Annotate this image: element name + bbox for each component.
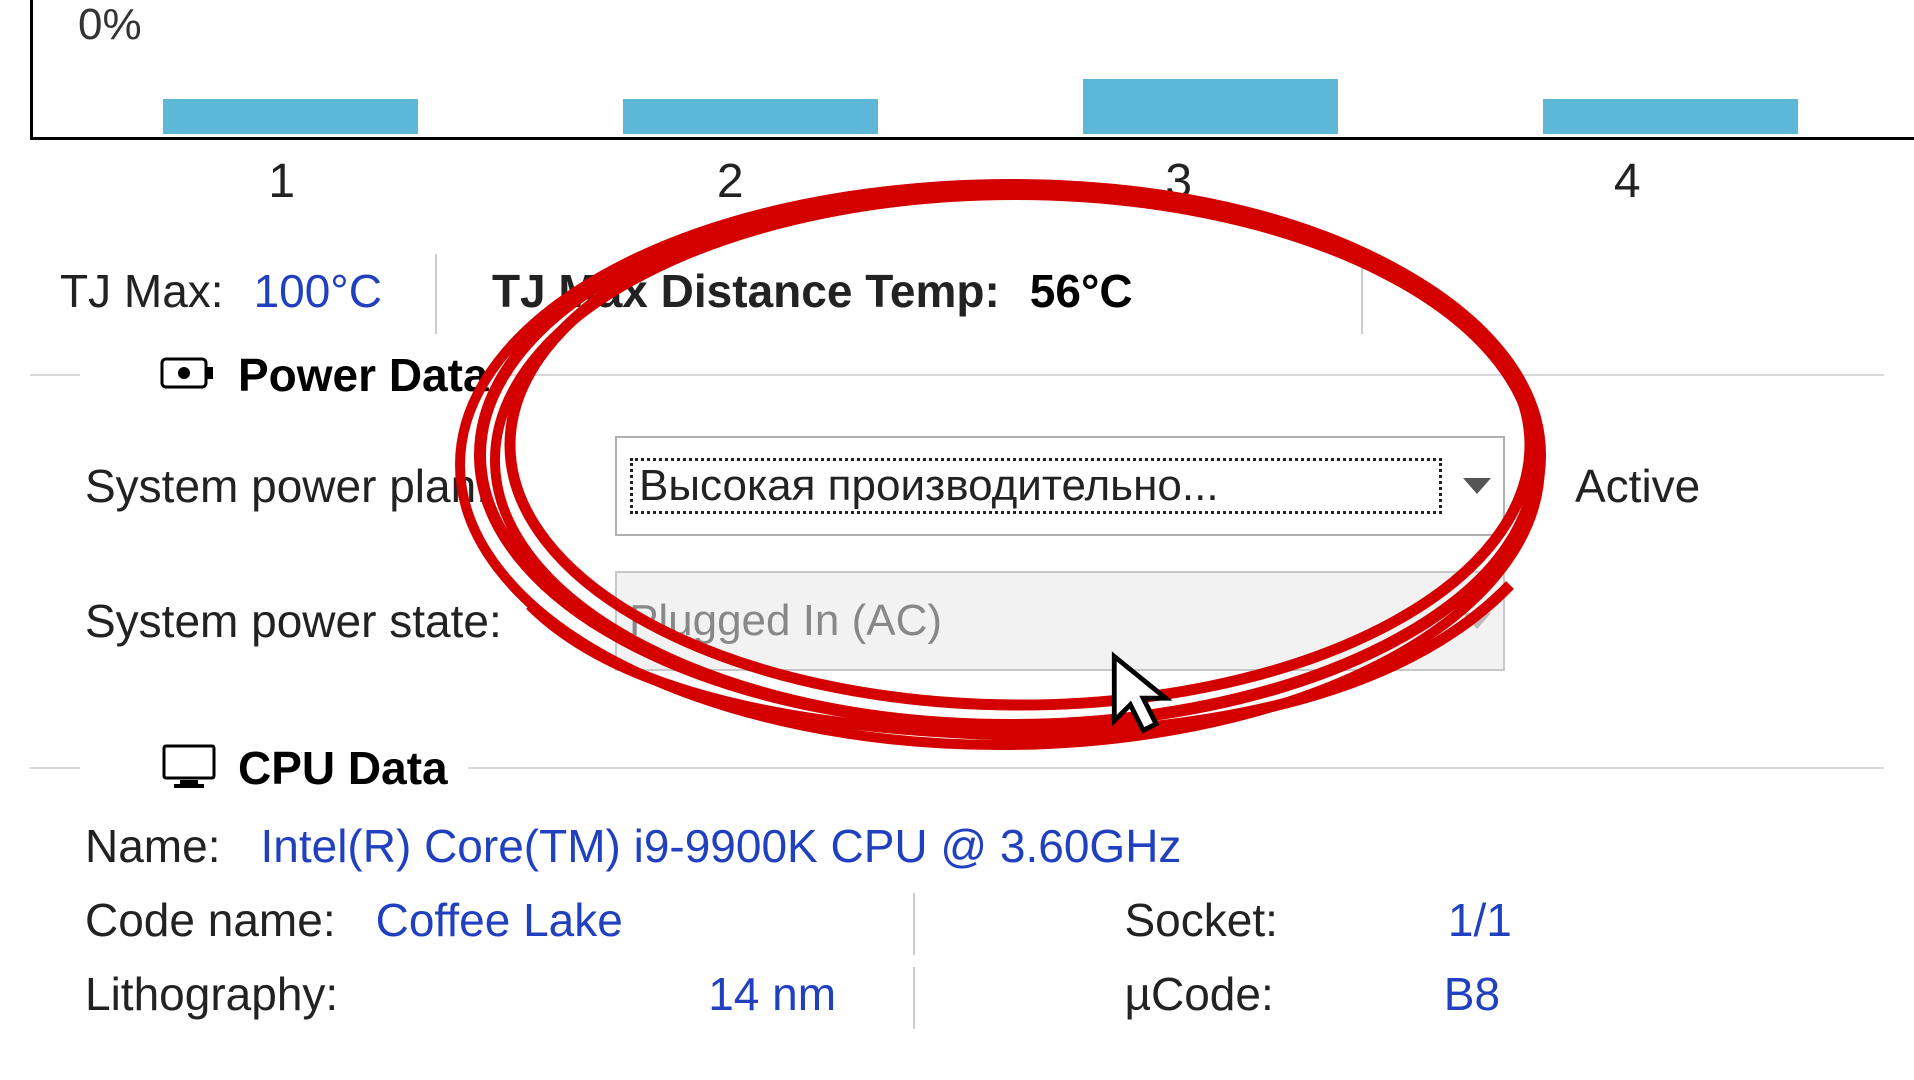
cpu-socket-value: 1/1 bbox=[1448, 893, 1512, 947]
cpu-codename-row: Code name: Coffee Lake bbox=[85, 893, 985, 947]
tj-distance-cell: TJ Max Distance Temp: 56°C bbox=[492, 264, 1363, 318]
cpu-ucode-value: B8 bbox=[1444, 967, 1500, 1021]
power-plan-value: Высокая производительно... bbox=[629, 457, 1443, 515]
temperature-info-row: TJ Max: 100°C TJ Max Distance Temp: 56°C bbox=[60, 264, 1914, 318]
chart-bar-3 bbox=[1083, 79, 1338, 134]
cpu-name-value: Intel(R) Core(TM) i9-9900K CPU @ 3.60GHz bbox=[260, 819, 1181, 873]
cpu-section-title: CPU Data bbox=[238, 741, 448, 795]
power-plan-row: System power plan: Высокая производитель… bbox=[85, 436, 1884, 536]
tj-distance-label: TJ Max Distance Temp: bbox=[492, 264, 1000, 318]
divider bbox=[913, 967, 915, 1029]
cpu-lithography-row: Lithography: 14 nm bbox=[85, 967, 985, 1021]
tj-max-value: 100°C bbox=[254, 264, 382, 318]
chart-bar-2 bbox=[623, 99, 878, 134]
tj-distance-value: 56°C bbox=[1030, 264, 1133, 318]
power-state-dropdown: Plugged In (AC) bbox=[615, 571, 1505, 671]
power-data-section: Power Data System power plan: Высокая пр… bbox=[0, 348, 1914, 671]
tj-max-cell: TJ Max: 100°C bbox=[60, 264, 437, 318]
chart-x-label-1: 1 bbox=[160, 154, 404, 209]
power-state-label: System power state: bbox=[85, 594, 585, 648]
chart-y-axis-label: 0% bbox=[78, 0, 142, 50]
power-plan-label: System power plan: bbox=[85, 459, 585, 513]
chart-x-axis: 1 2 3 4 bbox=[160, 154, 1914, 209]
cpu-ucode-label: µCode: bbox=[1125, 967, 1274, 1021]
power-plan-status: Active bbox=[1575, 459, 1700, 513]
chart-x-label-3: 3 bbox=[1057, 154, 1301, 209]
chevron-down-icon bbox=[1463, 613, 1491, 629]
cpu-lithography-label: Lithography: bbox=[85, 967, 338, 1021]
chart-x-label-2: 2 bbox=[609, 154, 853, 209]
cpu-codename-value: Coffee Lake bbox=[376, 893, 623, 947]
cpu-name-row: Name: Intel(R) Core(TM) i9-9900K CPU @ 3… bbox=[85, 819, 1884, 873]
tj-max-label: TJ Max: bbox=[60, 264, 224, 318]
core-usage-chart: 0% bbox=[30, 0, 1914, 140]
power-state-row: System power state: Plugged In (AC) bbox=[85, 571, 1884, 671]
monitor-icon bbox=[160, 742, 218, 795]
cpu-socket-label: Socket: bbox=[1125, 893, 1278, 947]
chevron-down-icon bbox=[1463, 478, 1491, 494]
divider bbox=[913, 893, 915, 955]
cpu-socket-row: Socket: 1/1 bbox=[985, 893, 1885, 947]
battery-icon bbox=[160, 353, 218, 398]
power-plan-dropdown[interactable]: Высокая производительно... bbox=[615, 436, 1505, 536]
cpu-name-label: Name: bbox=[85, 819, 220, 873]
chart-x-label-4: 4 bbox=[1506, 154, 1750, 209]
power-section-title: Power Data bbox=[238, 348, 489, 402]
cpu-ucode-row: µCode: B8 bbox=[985, 967, 1885, 1021]
chart-bar-1 bbox=[163, 99, 418, 134]
cpu-codename-label: Code name: bbox=[85, 893, 336, 947]
cpu-data-section: CPU Data Name: Intel(R) Core(TM) i9-9900… bbox=[0, 741, 1914, 1021]
cpu-lithography-value: 14 nm bbox=[708, 967, 836, 1021]
chart-bar-4 bbox=[1543, 99, 1798, 134]
power-state-value: Plugged In (AC) bbox=[629, 596, 1443, 646]
